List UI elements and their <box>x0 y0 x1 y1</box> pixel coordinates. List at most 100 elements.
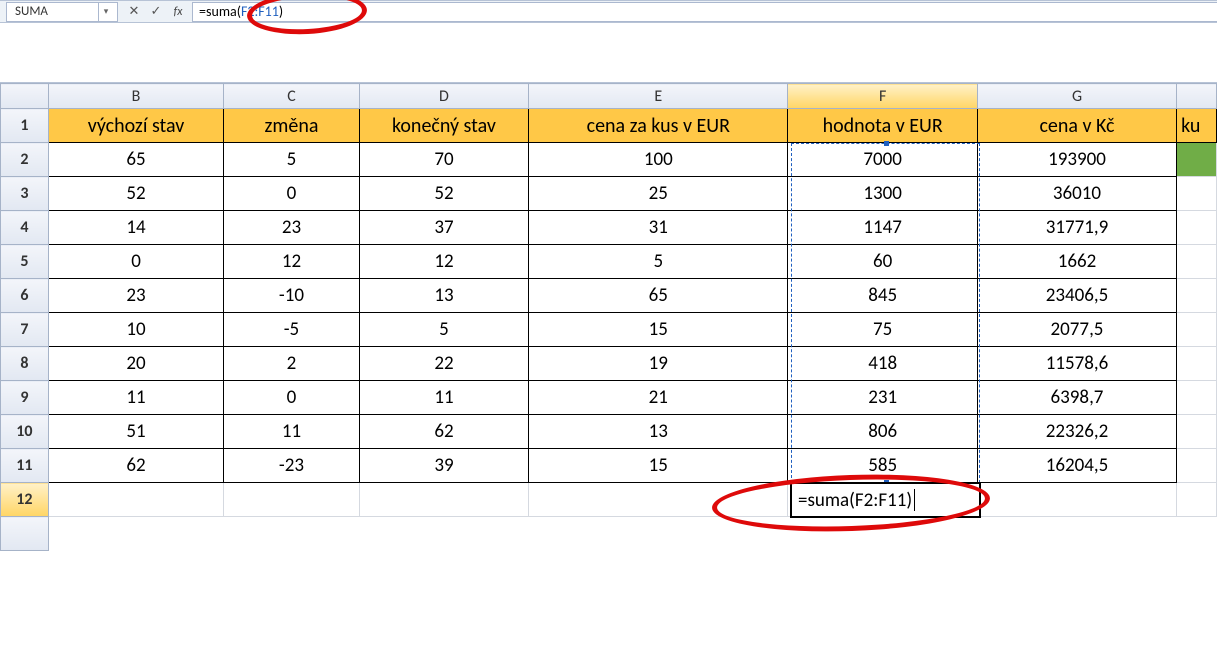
row-header-10[interactable]: 10 <box>1 415 49 449</box>
cell-F2[interactable]: 7000 <box>788 143 978 177</box>
cell-E3[interactable]: 25 <box>529 177 788 211</box>
cell-F8[interactable]: 418 <box>788 347 978 381</box>
col-header-B[interactable]: B <box>48 84 223 109</box>
cell-G8[interactable]: 11578,6 <box>977 347 1176 381</box>
cell-F11[interactable]: 585 <box>788 449 978 483</box>
cell-D7[interactable]: 5 <box>359 313 529 347</box>
cell-E10[interactable]: 13 <box>529 415 788 449</box>
cell-H2[interactable] <box>1177 143 1217 177</box>
row-header-5[interactable]: 5 <box>1 245 49 279</box>
cell-B1[interactable]: výchozí stav <box>48 109 223 143</box>
cell-G5[interactable]: 1662 <box>977 245 1176 279</box>
cell-E6[interactable]: 65 <box>529 279 788 313</box>
cell-D1[interactable]: konečný stav <box>359 109 529 143</box>
cell-D4[interactable]: 37 <box>359 211 529 245</box>
cell-D8[interactable]: 22 <box>359 347 529 381</box>
cell-C7[interactable]: -5 <box>224 313 359 347</box>
row-header-9[interactable]: 9 <box>1 381 49 415</box>
cell-B7[interactable]: 10 <box>48 313 223 347</box>
spreadsheet-grid[interactable]: B C D E F G 1 výchozí stav změna konečný… <box>0 83 1217 551</box>
cell-F9[interactable]: 231 <box>788 381 978 415</box>
col-header-F[interactable]: F <box>788 84 978 109</box>
cell-G12[interactable] <box>977 483 1176 517</box>
cell-C5[interactable]: 12 <box>224 245 359 279</box>
col-header-G[interactable]: G <box>977 84 1176 109</box>
cell-E5[interactable]: 5 <box>529 245 788 279</box>
row-header-3[interactable]: 3 <box>1 177 49 211</box>
cell-D11[interactable]: 39 <box>359 449 529 483</box>
cell-E7[interactable]: 15 <box>529 313 788 347</box>
cell-F5[interactable]: 60 <box>788 245 978 279</box>
row-header-6[interactable]: 6 <box>1 279 49 313</box>
cell-C12[interactable] <box>224 483 359 517</box>
cell-C2[interactable]: 5 <box>224 143 359 177</box>
cell-C11[interactable]: -23 <box>224 449 359 483</box>
row-header-8[interactable]: 8 <box>1 347 49 381</box>
cell-H8[interactable] <box>1177 347 1217 381</box>
cell-H12[interactable] <box>1177 483 1217 517</box>
cell-B2[interactable]: 65 <box>48 143 223 177</box>
col-header-E[interactable]: E <box>529 84 788 109</box>
cell-G10[interactable]: 22326,2 <box>977 415 1176 449</box>
name-box-dropdown-icon[interactable]: ▾ <box>98 3 113 21</box>
cell-E11[interactable]: 15 <box>529 449 788 483</box>
cell-E1[interactable]: cena za kus v EUR <box>529 109 788 143</box>
cell-F1[interactable]: hodnota v EUR <box>788 109 978 143</box>
cell-H1[interactable]: ku <box>1177 109 1217 143</box>
cell-F6[interactable]: 845 <box>788 279 978 313</box>
cell-E12[interactable] <box>529 483 788 517</box>
cell-B12[interactable] <box>48 483 223 517</box>
cell-B5[interactable]: 0 <box>48 245 223 279</box>
cell-B3[interactable]: 52 <box>48 177 223 211</box>
cell-C10[interactable]: 11 <box>224 415 359 449</box>
cell-G3[interactable]: 36010 <box>977 177 1176 211</box>
cell-C6[interactable]: -10 <box>224 279 359 313</box>
cell-G7[interactable]: 2077,5 <box>977 313 1176 347</box>
row-header-1[interactable]: 1 <box>1 109 49 143</box>
select-all-corner[interactable] <box>1 84 49 109</box>
cell-B10[interactable]: 51 <box>48 415 223 449</box>
row-header-7[interactable]: 7 <box>1 313 49 347</box>
cell-G11[interactable]: 16204,5 <box>977 449 1176 483</box>
cell-G6[interactable]: 23406,5 <box>977 279 1176 313</box>
formula-accept-button[interactable]: ✓ <box>145 3 167 21</box>
cell-D5[interactable]: 12 <box>359 245 529 279</box>
col-header-H[interactable] <box>1177 84 1217 109</box>
cell-H5[interactable] <box>1177 245 1217 279</box>
cell-H3[interactable] <box>1177 177 1217 211</box>
name-box[interactable]: SUMA ▾ <box>6 2 118 22</box>
cell-D10[interactable]: 62 <box>359 415 529 449</box>
formula-input[interactable]: =suma(F2:F11) <box>192 2 1217 22</box>
cell-H9[interactable] <box>1177 381 1217 415</box>
cell-C9[interactable]: 0 <box>224 381 359 415</box>
cell-E4[interactable]: 31 <box>529 211 788 245</box>
cell-C8[interactable]: 2 <box>224 347 359 381</box>
cell-E2[interactable]: 100 <box>529 143 788 177</box>
cell-F10[interactable]: 806 <box>788 415 978 449</box>
row-header-11[interactable]: 11 <box>1 449 49 483</box>
fx-button[interactable]: fx <box>167 3 189 21</box>
cell-G9[interactable]: 6398,7 <box>977 381 1176 415</box>
cell-B8[interactable]: 20 <box>48 347 223 381</box>
cell-G1[interactable]: cena v Kč <box>977 109 1176 143</box>
row-header-4[interactable]: 4 <box>1 211 49 245</box>
row-header-2[interactable]: 2 <box>1 143 49 177</box>
cell-D12[interactable] <box>359 483 529 517</box>
cell-F7[interactable]: 75 <box>788 313 978 347</box>
cell-C3[interactable]: 0 <box>224 177 359 211</box>
cell-F12[interactable] <box>788 483 978 517</box>
cell-C4[interactable]: 23 <box>224 211 359 245</box>
cell-F3[interactable]: 1300 <box>788 177 978 211</box>
cell-F4[interactable]: 1147 <box>788 211 978 245</box>
cell-D9[interactable]: 11 <box>359 381 529 415</box>
col-header-D[interactable]: D <box>359 84 529 109</box>
cell-row13[interactable] <box>48 517 1216 551</box>
cell-G4[interactable]: 31771,9 <box>977 211 1176 245</box>
cell-G2[interactable]: 193900 <box>977 143 1176 177</box>
formula-cancel-button[interactable]: ✕ <box>123 3 145 21</box>
cell-H6[interactable] <box>1177 279 1217 313</box>
cell-H7[interactable] <box>1177 313 1217 347</box>
cell-E9[interactable]: 21 <box>529 381 788 415</box>
cell-E8[interactable]: 19 <box>529 347 788 381</box>
cell-B9[interactable]: 11 <box>48 381 223 415</box>
